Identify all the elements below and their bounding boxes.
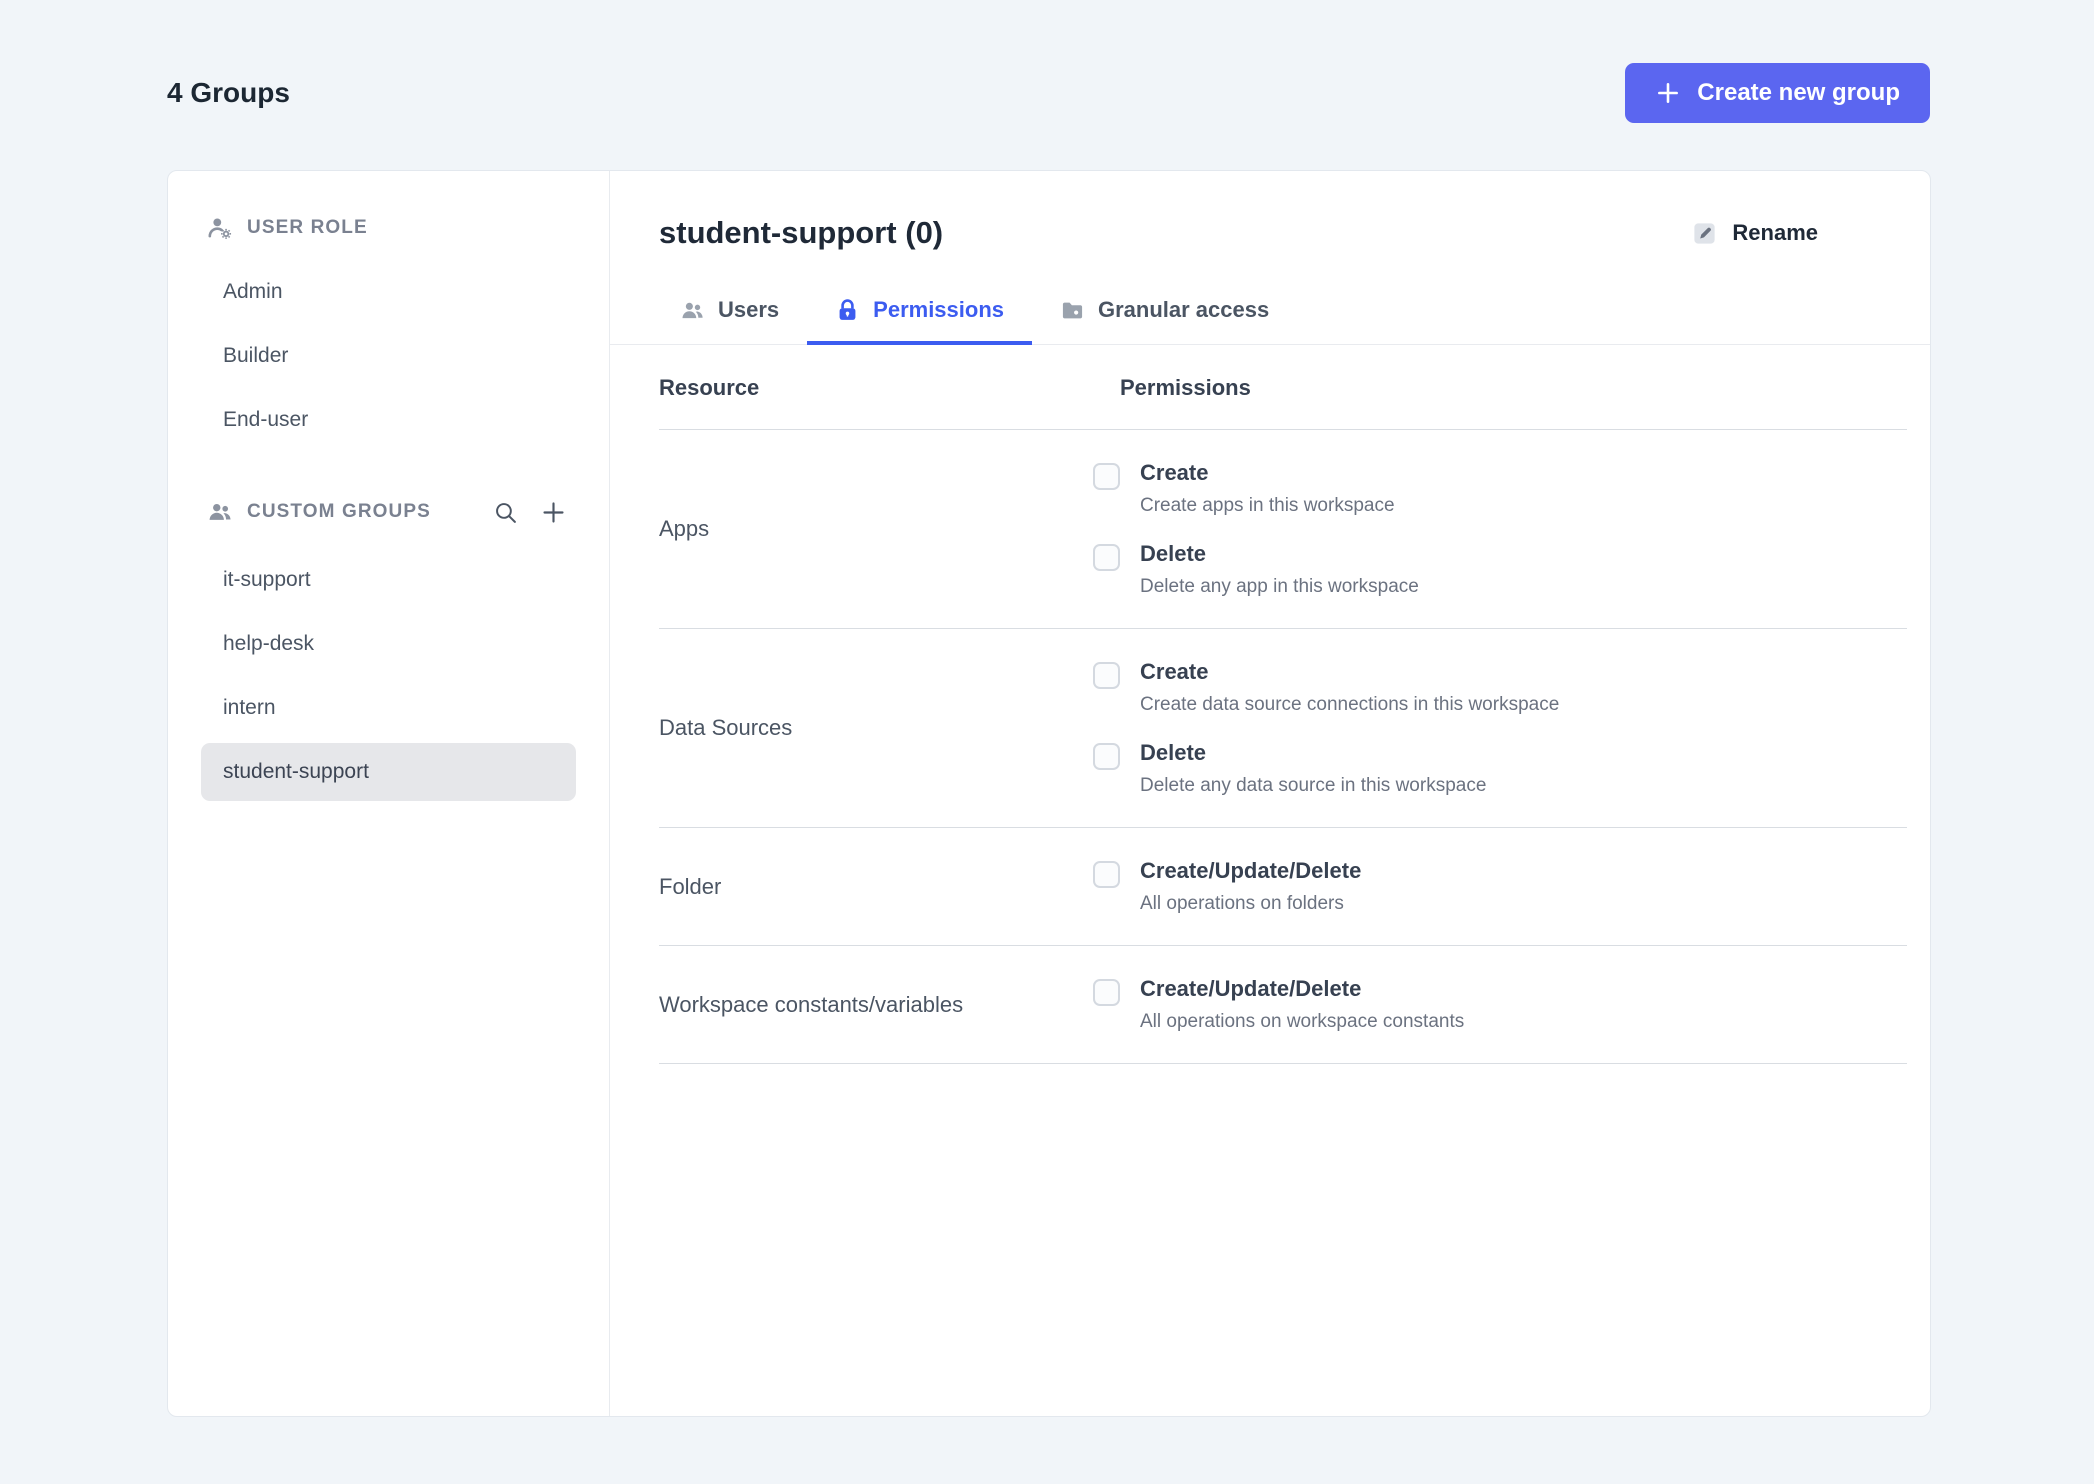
group-detail-panel: student-support (0) Rename Users Permiss… xyxy=(610,171,1930,1416)
group-tabs: Users Permissions Granular access xyxy=(610,277,1930,345)
tab-permissions-label: Permissions xyxy=(873,297,1004,322)
tab-granular-access[interactable]: Granular access xyxy=(1032,277,1297,345)
group-title: student-support (0) xyxy=(659,215,944,250)
tab-users-label: Users xyxy=(718,297,780,322)
permission-checkbox[interactable] xyxy=(1093,861,1120,888)
sidebar-item-it-support[interactable]: it-support xyxy=(201,551,576,609)
user-role-header: USER ROLE xyxy=(201,215,576,241)
permission-description: All operations on folders xyxy=(1140,893,1344,914)
permissions-table: Resource Permissions Apps Create Create … xyxy=(659,345,1907,1064)
plus-icon xyxy=(1655,80,1681,106)
permission-entry: Create/Update/Delete All operations on w… xyxy=(1093,964,1907,1045)
folder-icon xyxy=(1060,298,1085,323)
top-bar: 4 Groups Create new group xyxy=(167,62,1930,124)
tab-users[interactable]: Users xyxy=(652,277,807,345)
rename-label: Rename xyxy=(1732,220,1818,245)
permission-entry: Create Create data source connections in… xyxy=(1093,647,1907,728)
table-row-apps: Apps Create Create apps in this workspac… xyxy=(659,430,1907,629)
custom-groups-header-label: CUSTOM GROUPS xyxy=(247,501,431,522)
permission-description: Delete any data source in this workspace xyxy=(1140,775,1487,796)
permission-label: Create xyxy=(1140,659,1209,684)
custom-groups-header: CUSTOM GROUPS xyxy=(201,495,576,529)
permission-label: Delete xyxy=(1140,541,1207,566)
resource-label: Data Sources xyxy=(659,715,793,740)
sidebar-item-builder[interactable]: Builder xyxy=(201,327,576,385)
permissions-cell: Create/Update/Delete All operations on f… xyxy=(1093,846,1907,927)
permission-checkbox[interactable] xyxy=(1093,743,1120,770)
tab-granular-access-label: Granular access xyxy=(1098,297,1270,322)
permission-description: Create data source connections in this w… xyxy=(1140,694,1560,715)
lock-icon xyxy=(835,298,860,323)
edit-pencil-icon xyxy=(1691,220,1718,247)
user-role-icon xyxy=(207,215,233,241)
resource-column-header: Resource xyxy=(659,375,760,400)
page-title: 4 Groups xyxy=(167,77,290,108)
permission-entry: Create Create apps in this workspace xyxy=(1093,448,1907,529)
permissions-table-header: Resource Permissions xyxy=(659,345,1907,430)
sidebar: USER ROLE Admin Builder End-user CUSTOM … xyxy=(168,171,610,1416)
create-new-group-button[interactable]: Create new group xyxy=(1625,63,1930,123)
resource-label: Apps xyxy=(659,516,710,541)
permission-checkbox[interactable] xyxy=(1093,662,1120,689)
sidebar-item-help-desk[interactable]: help-desk xyxy=(201,615,576,673)
permission-entry: Delete Delete any app in this workspace xyxy=(1093,529,1907,610)
permission-description: Delete any app in this workspace xyxy=(1140,576,1419,597)
group-detail-header: student-support (0) Rename xyxy=(659,215,1818,251)
resource-label: Workspace constants/variables xyxy=(659,991,964,1017)
permission-checkbox[interactable] xyxy=(1093,463,1120,490)
permission-label: Create/Update/Delete xyxy=(1140,976,1362,1001)
permission-description: Create apps in this workspace xyxy=(1140,495,1395,516)
sidebar-item-intern[interactable]: intern xyxy=(201,679,576,737)
permissions-column-header: Permissions xyxy=(1120,375,1251,400)
plus-icon xyxy=(540,499,567,526)
permission-entry: Delete Delete any data source in this wo… xyxy=(1093,728,1907,809)
sidebar-item-end-user[interactable]: End-user xyxy=(201,391,576,449)
table-row-folder: Folder Create/Update/Delete All operatio… xyxy=(659,828,1907,946)
sidebar-item-admin[interactable]: Admin xyxy=(201,263,576,321)
table-row-workspace-constants: Workspace constants/variables Create/Upd… xyxy=(659,946,1907,1064)
permission-entry: Create/Update/Delete All operations on f… xyxy=(1093,846,1907,927)
add-group-button[interactable] xyxy=(536,495,570,529)
custom-groups-icon xyxy=(207,499,233,525)
permission-description: All operations on workspace constants xyxy=(1140,1011,1465,1032)
user-role-list: Admin Builder End-user xyxy=(201,263,576,449)
user-role-header-label: USER ROLE xyxy=(247,217,368,238)
permission-checkbox[interactable] xyxy=(1093,979,1120,1006)
table-row-data-sources: Data Sources Create Create data source c… xyxy=(659,629,1907,828)
custom-groups-list: it-support help-desk intern student-supp… xyxy=(201,551,576,801)
permission-label: Create xyxy=(1140,460,1209,485)
permissions-cell: Create/Update/Delete All operations on w… xyxy=(1093,964,1907,1045)
groups-card: USER ROLE Admin Builder End-user CUSTOM … xyxy=(167,170,1931,1417)
permissions-cell: Create Create data source connections in… xyxy=(1093,647,1907,809)
create-new-group-label: Create new group xyxy=(1697,79,1900,106)
permission-checkbox[interactable] xyxy=(1093,544,1120,571)
sidebar-item-student-support[interactable]: student-support xyxy=(201,743,576,801)
permission-label: Create/Update/Delete xyxy=(1140,858,1362,883)
search-icon xyxy=(493,500,518,525)
tab-permissions[interactable]: Permissions xyxy=(807,277,1032,345)
permissions-cell: Create Create apps in this workspace Del… xyxy=(1093,448,1907,610)
search-groups-button[interactable] xyxy=(488,495,522,529)
permission-label: Delete xyxy=(1140,740,1207,765)
rename-button[interactable]: Rename xyxy=(1691,220,1818,247)
users-icon xyxy=(680,298,705,323)
resource-label: Folder xyxy=(659,873,722,899)
